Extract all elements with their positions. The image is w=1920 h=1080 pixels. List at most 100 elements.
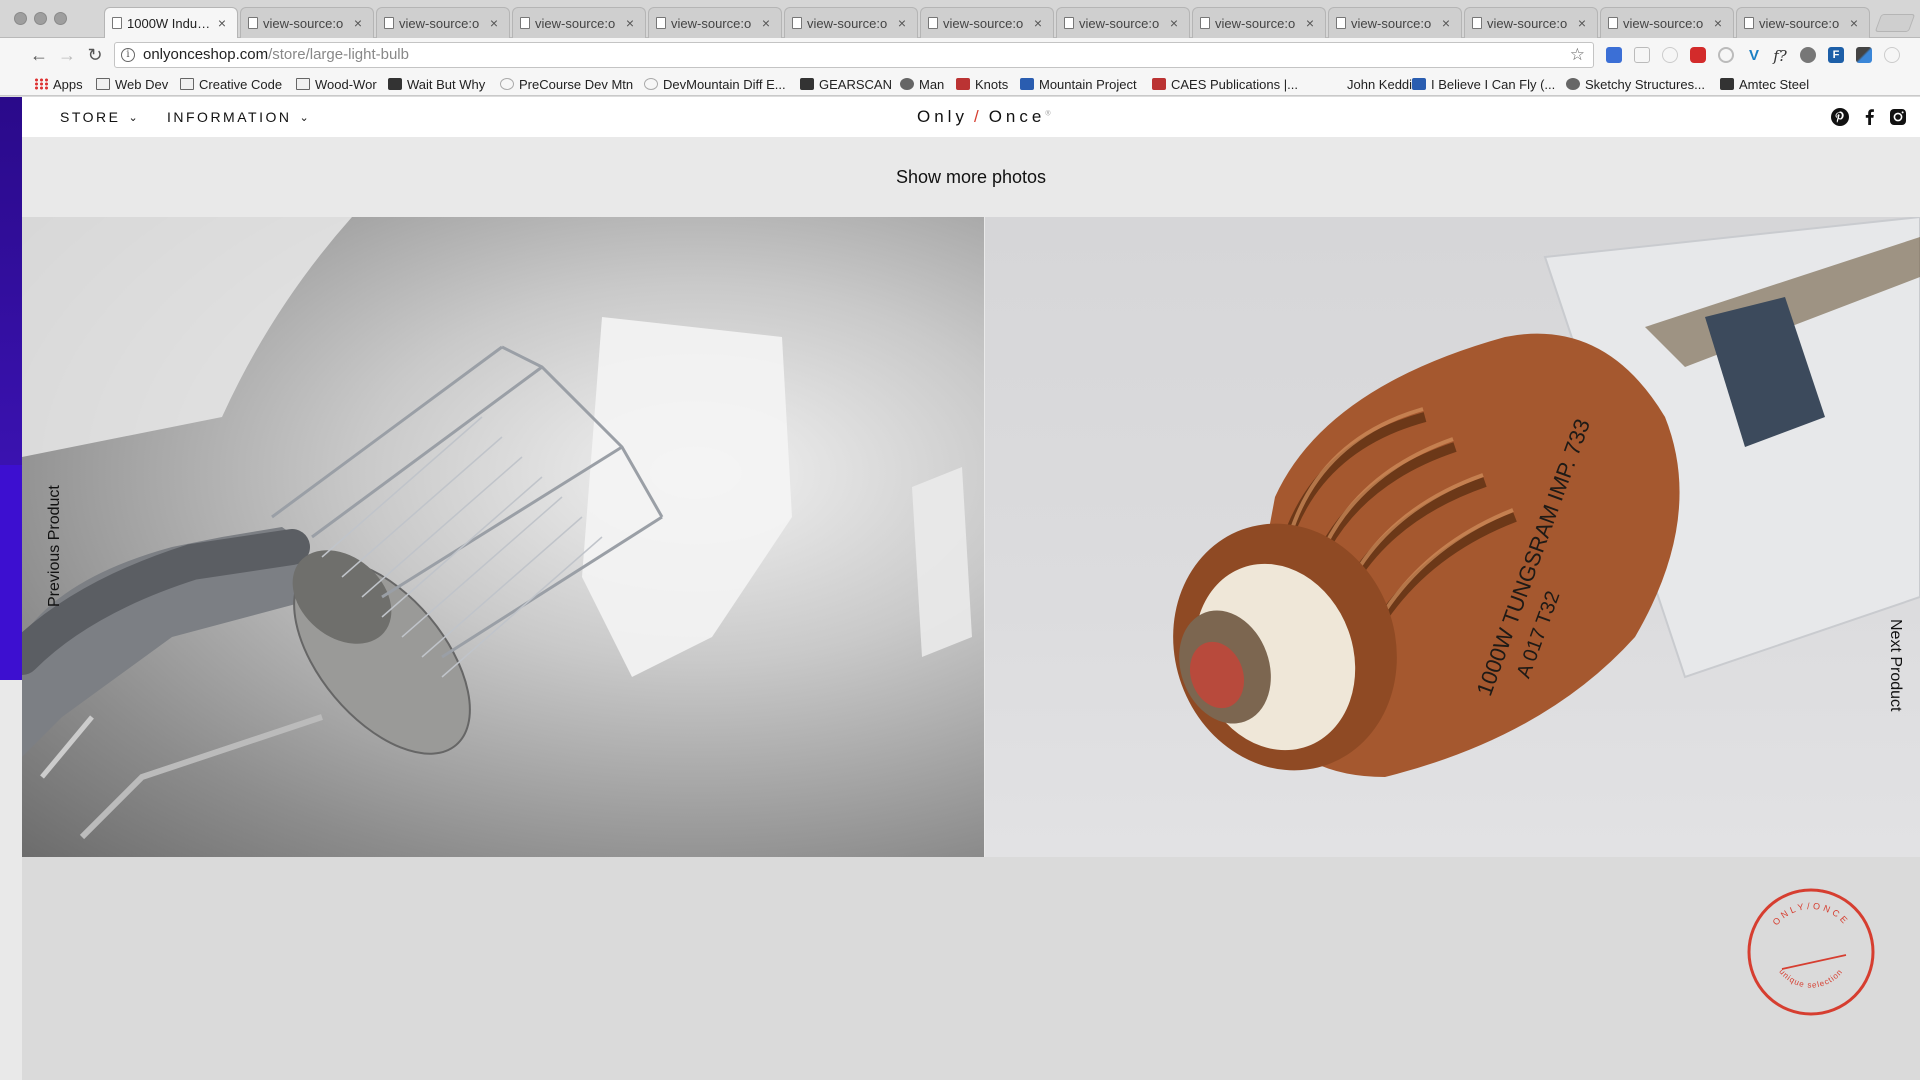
knots-icon bbox=[956, 78, 970, 90]
browser-tab[interactable]: view-source:o × bbox=[1328, 7, 1462, 38]
browser-tab[interactable]: view-source:o × bbox=[240, 7, 374, 38]
browser-tab[interactable]: view-source:o × bbox=[376, 7, 510, 38]
bookmark-item[interactable]: John Keddie bbox=[1328, 75, 1419, 93]
tab-title: view-source:o bbox=[1623, 15, 1704, 31]
close-tab-icon[interactable]: × bbox=[1303, 15, 1317, 31]
logo-word-once: Once bbox=[988, 107, 1046, 126]
close-tab-icon[interactable]: × bbox=[759, 15, 773, 31]
background-window-strip bbox=[0, 97, 22, 465]
close-tab-icon[interactable]: × bbox=[1167, 15, 1181, 31]
page-icon bbox=[928, 17, 938, 29]
close-tab-icon[interactable]: × bbox=[1847, 15, 1861, 31]
next-product-link[interactable]: Next Product bbox=[1886, 619, 1904, 711]
close-tab-icon[interactable]: × bbox=[895, 15, 909, 31]
close-tab-icon[interactable]: × bbox=[1711, 15, 1725, 31]
tab-title: view-source:o bbox=[399, 15, 480, 31]
extension-grid-icon[interactable] bbox=[1634, 47, 1650, 63]
close-tab-icon[interactable]: × bbox=[487, 15, 501, 31]
cursor-icon bbox=[1720, 78, 1734, 90]
bookmark-item[interactable]: I Believe I Can Fly (... bbox=[1412, 75, 1555, 93]
bookmark-label: DevMountain Diff E... bbox=[663, 76, 786, 92]
bookmark-item[interactable]: Apps bbox=[34, 75, 83, 93]
browser-tab[interactable]: view-source:o × bbox=[784, 7, 918, 38]
browser-tab[interactable]: view-source:o × bbox=[1736, 7, 1870, 38]
browser-tab[interactable]: view-source:o × bbox=[1464, 7, 1598, 38]
bookmark-item[interactable]: Amtec Steel bbox=[1720, 75, 1809, 93]
extension-smile-icon[interactable] bbox=[1884, 47, 1900, 63]
facebook-icon[interactable] bbox=[1860, 107, 1880, 127]
extension-warning-icon[interactable] bbox=[1662, 47, 1678, 63]
extension-eyedropper-icon[interactable] bbox=[1856, 47, 1872, 63]
browser-tab[interactable]: view-source:o × bbox=[920, 7, 1054, 38]
reload-button[interactable]: ↻ bbox=[84, 44, 106, 66]
tab-title: view-source:o bbox=[1487, 15, 1568, 31]
browser-tab[interactable]: 1000W Industr × bbox=[104, 7, 238, 38]
extension-video-icon[interactable] bbox=[1690, 47, 1706, 63]
close-tab-icon[interactable]: × bbox=[1575, 15, 1589, 31]
close-tab-icon[interactable]: × bbox=[1031, 15, 1045, 31]
site-info-icon[interactable]: i bbox=[121, 48, 135, 62]
bookmark-label: PreCourse Dev Mtn bbox=[519, 76, 634, 92]
browser-tab[interactable]: view-source:o × bbox=[1192, 7, 1326, 38]
page-icon bbox=[1064, 17, 1074, 29]
url-host: onlyonceshop.com bbox=[143, 46, 269, 63]
bookmark-label: I Believe I Can Fly (... bbox=[1431, 76, 1556, 92]
bookmark-item[interactable]: Knots bbox=[956, 75, 1008, 93]
forward-button[interactable]: → bbox=[56, 44, 78, 66]
bookmark-item[interactable]: Creative Code bbox=[180, 75, 282, 93]
browser-tab[interactable]: view-source:o × bbox=[648, 7, 782, 38]
bookmark-item[interactable]: Wood-Wor bbox=[296, 75, 377, 93]
product-photo-filament[interactable] bbox=[22, 217, 984, 857]
product-photo-base[interactable]: 1000W TUNGSRAM IMP. 733 A 017 T32 bbox=[985, 217, 1920, 857]
browser-tab[interactable]: view-source:o × bbox=[1056, 7, 1190, 38]
bookmark-item[interactable]: PreCourse Dev Mtn bbox=[500, 75, 633, 93]
left-window-edge bbox=[0, 97, 22, 1080]
chevron-down-icon: ⌄ bbox=[299, 111, 312, 124]
close-tab-icon[interactable]: × bbox=[215, 15, 229, 31]
bookmark-item[interactable]: Wait But Why bbox=[388, 75, 485, 93]
bookmark-star-icon[interactable]: ☆ bbox=[1570, 43, 1585, 67]
nav-information[interactable]: INFORMATION ⌄ bbox=[167, 109, 311, 125]
maximize-window-button[interactable] bbox=[54, 12, 67, 25]
minimize-window-button[interactable] bbox=[34, 12, 47, 25]
previous-product-link[interactable]: Previous Product bbox=[46, 485, 64, 607]
page-icon bbox=[644, 78, 658, 90]
page-icon bbox=[248, 17, 258, 29]
close-tab-icon[interactable]: × bbox=[1439, 15, 1453, 31]
bookmark-item[interactable]: DevMountain Diff E... bbox=[644, 75, 786, 93]
bookmark-label: John Keddie bbox=[1347, 76, 1420, 92]
show-more-photos-button[interactable]: Show more photos bbox=[22, 137, 1920, 217]
browser-tab[interactable]: view-source:o × bbox=[1600, 7, 1734, 38]
extension-font-icon[interactable]: f? bbox=[1772, 47, 1788, 65]
new-tab-button[interactable] bbox=[1874, 14, 1916, 32]
close-window-button[interactable] bbox=[14, 12, 27, 25]
extension-v-icon[interactable]: V bbox=[1746, 47, 1762, 64]
close-tab-icon[interactable]: × bbox=[623, 15, 637, 31]
bookmark-item[interactable]: Sketchy Structures... bbox=[1566, 75, 1705, 93]
instagram-icon[interactable] bbox=[1888, 107, 1908, 127]
bulb-base-illustration: 1000W TUNGSRAM IMP. 733 A 017 T32 bbox=[1173, 217, 1920, 777]
extension-badge-icon[interactable] bbox=[1606, 47, 1622, 63]
close-tab-icon[interactable]: × bbox=[351, 15, 365, 31]
extension-f-icon[interactable]: F bbox=[1828, 47, 1844, 63]
chevron-down-icon: ⌄ bbox=[128, 111, 141, 124]
extension-bug-icon[interactable] bbox=[1800, 47, 1816, 63]
bookmark-item[interactable]: CAES Publications |... bbox=[1152, 75, 1298, 93]
show-more-photos-label: Show more photos bbox=[895, 166, 1047, 187]
tab-title: view-source:o bbox=[1079, 15, 1160, 31]
bookmark-label: Apps bbox=[53, 76, 83, 92]
browser-tab[interactable]: view-source:o × bbox=[512, 7, 646, 38]
pinterest-icon[interactable] bbox=[1830, 107, 1850, 127]
back-button[interactable]: ← bbox=[28, 44, 50, 66]
bookmark-item[interactable]: Man bbox=[900, 75, 944, 93]
site-logo[interactable]: Only / Once® bbox=[917, 107, 1055, 127]
bookmark-item[interactable]: Mountain Project bbox=[1020, 75, 1137, 93]
tab-list: 1000W Industr × view-source:o × view-source:… bbox=[104, 7, 1872, 38]
address-bar[interactable]: i onlyonceshop.com/store/large-light-bul… bbox=[114, 42, 1594, 68]
nav-information-label: INFORMATION bbox=[167, 109, 292, 125]
bookmark-item[interactable]: GEARSCAN bbox=[800, 75, 892, 93]
nav-store[interactable]: STORE ⌄ bbox=[60, 109, 140, 125]
page-icon bbox=[1744, 17, 1754, 29]
bookmark-item[interactable]: Web Dev bbox=[96, 75, 168, 93]
extension-circle-icon[interactable] bbox=[1718, 47, 1734, 63]
